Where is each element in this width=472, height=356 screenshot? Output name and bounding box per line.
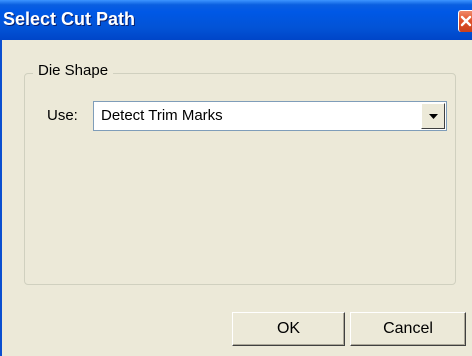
use-dropdown[interactable]: Detect Trim Marks [93, 101, 447, 131]
dropdown-arrow-button[interactable] [421, 103, 445, 129]
cancel-button[interactable]: Cancel [350, 312, 466, 346]
use-dropdown-value: Detect Trim Marks [101, 107, 223, 124]
window-border [0, 40, 2, 356]
chevron-down-icon [429, 114, 438, 119]
use-label: Use: [47, 107, 78, 124]
close-icon [460, 15, 472, 27]
group-legend: Die Shape [33, 62, 114, 79]
ok-button[interactable]: OK [232, 312, 345, 346]
title-bar[interactable]: Select Cut Path [0, 0, 472, 40]
close-button[interactable] [458, 10, 472, 32]
dialog-title: Select Cut Path [3, 9, 136, 29]
